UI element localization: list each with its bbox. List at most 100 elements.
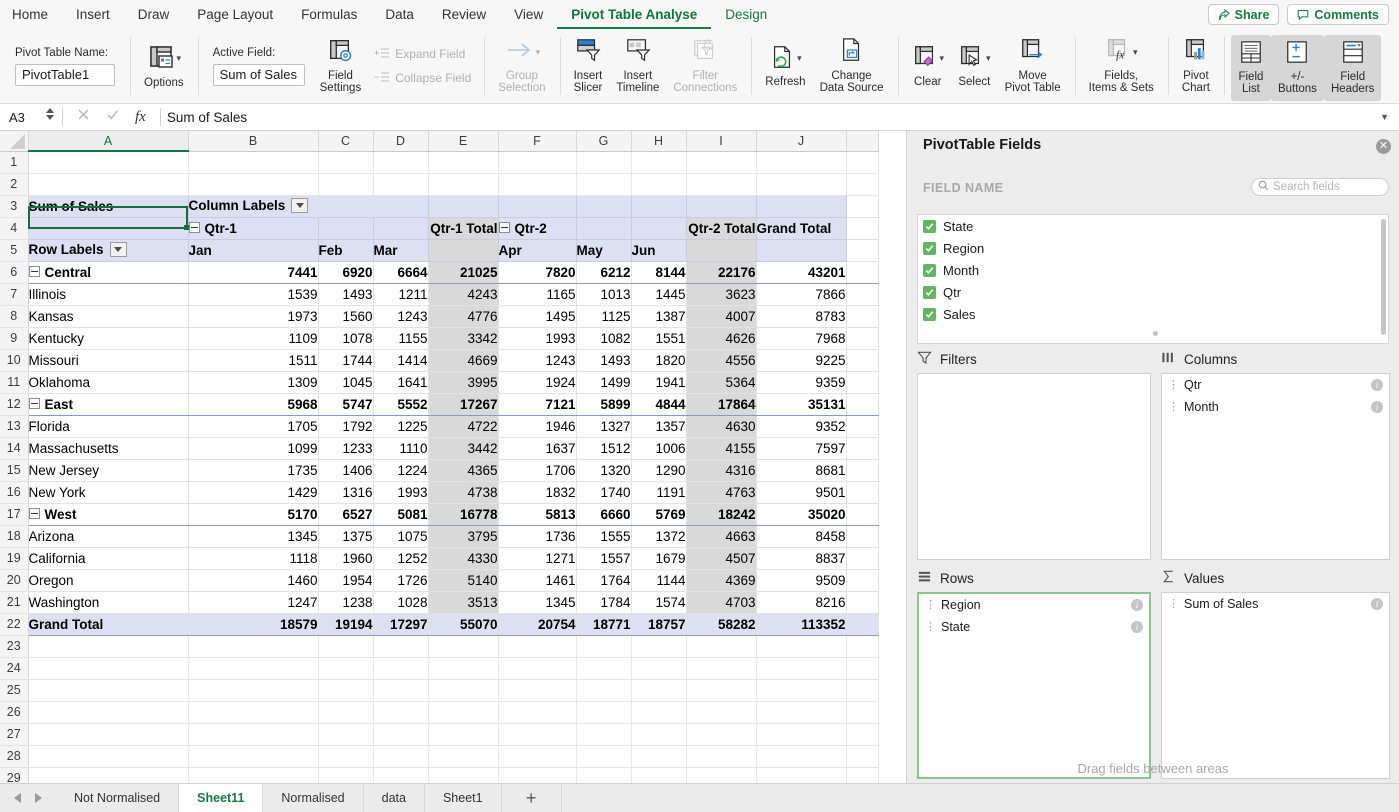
cell-f5-apr[interactable]: Apr <box>498 239 577 262</box>
cell-g29[interactable] <box>576 767 632 783</box>
spreadsheet-grid[interactable]: A B C D E F G H I J 1 2 3 Sum of Sales C… <box>0 131 906 783</box>
cell-b27[interactable] <box>188 723 319 746</box>
drag-handle-icon[interactable]: ⋮ <box>1168 598 1179 610</box>
cell-a23[interactable] <box>28 635 189 658</box>
next-sheet-icon[interactable] <box>35 793 42 803</box>
cell-d13[interactable]: 1225 <box>373 415 429 438</box>
cell-d22[interactable]: 17297 <box>373 612 429 636</box>
field-settings-button[interactable]: Field Settings <box>313 29 369 103</box>
cell-state-oregon[interactable]: Oregon <box>28 569 189 592</box>
cell-g7[interactable]: 1013 <box>576 283 632 306</box>
row-header-22[interactable]: 22 <box>0 613 29 636</box>
cell-f25[interactable] <box>498 679 577 702</box>
cell-e7-qtr1-total[interactable]: 4243 <box>428 283 499 306</box>
cell-d19[interactable]: 1252 <box>373 547 429 570</box>
cell-g9[interactable]: 1082 <box>576 327 632 350</box>
cell-b21[interactable]: 1247 <box>188 591 319 614</box>
cell-i7-qtr2-total[interactable]: 3623 <box>686 283 757 306</box>
cell-e24[interactable] <box>428 657 499 680</box>
cell-i29[interactable] <box>686 767 757 783</box>
cell-a2[interactable] <box>28 173 189 196</box>
cell-h23[interactable] <box>631 635 687 658</box>
cell-f8[interactable]: 1495 <box>498 305 577 328</box>
field-list-item-state[interactable]: State <box>918 215 1388 237</box>
row-header-25[interactable]: 25 <box>0 679 29 702</box>
checkbox-sales[interactable] <box>923 307 936 321</box>
cell-h10[interactable]: 1820 <box>631 349 687 372</box>
cell-c27[interactable] <box>318 723 374 746</box>
cell-f14[interactable]: 1637 <box>498 437 577 460</box>
info-icon[interactable]: i <box>1371 379 1383 391</box>
cell-b3-column-labels[interactable]: Column Labels <box>188 195 429 218</box>
row-header-23[interactable]: 23 <box>0 635 29 658</box>
cell-c16[interactable]: 1316 <box>318 481 374 504</box>
cell-f7[interactable]: 1165 <box>498 283 577 306</box>
cell-state-kentucky[interactable]: Kentucky <box>28 327 189 350</box>
ribbon-tab-home[interactable]: Home <box>0 1 62 29</box>
cell-a22-grand-total-label[interactable]: Grand Total <box>28 612 189 636</box>
cell-d1[interactable] <box>373 151 429 174</box>
cell-f16[interactable]: 1832 <box>498 481 577 504</box>
cell-c18[interactable]: 1375 <box>318 525 374 548</box>
cell-a4[interactable] <box>28 217 189 240</box>
cell-d23[interactable] <box>373 635 429 658</box>
cell-g6[interactable]: 6212 <box>576 260 632 284</box>
drag-handle-icon[interactable]: ⋮ <box>925 621 936 633</box>
cell-k28[interactable] <box>846 745 879 768</box>
cell-i5[interactable] <box>686 239 757 262</box>
cell-c17[interactable]: 6527 <box>318 502 374 526</box>
cell-f21[interactable]: 1345 <box>498 591 577 614</box>
cell-e5[interactable] <box>428 239 499 262</box>
collapse-east-icon[interactable] <box>28 398 40 410</box>
cell-state-missouri[interactable]: Missouri <box>28 349 189 372</box>
cell-b16[interactable]: 1429 <box>188 481 319 504</box>
cell-c20[interactable]: 1954 <box>318 569 374 592</box>
row-header-20[interactable]: 20 <box>0 569 29 592</box>
cell-f9[interactable]: 1993 <box>498 327 577 350</box>
cell-e20-qtr1-total[interactable]: 5140 <box>428 569 499 592</box>
cell-g15[interactable]: 1320 <box>576 459 632 482</box>
insert-timeline-button[interactable]: Insert Timeline <box>609 29 666 103</box>
cell-k15[interactable] <box>846 459 879 482</box>
cell-i6-qtr2-total[interactable]: 22176 <box>686 260 757 284</box>
checkbox-month[interactable] <box>923 263 936 277</box>
cell-c28[interactable] <box>318 745 374 768</box>
cell-c26[interactable] <box>318 701 374 724</box>
cell-d18[interactable]: 1075 <box>373 525 429 548</box>
cell-c9[interactable]: 1078 <box>318 327 374 350</box>
pivot-table-name-input[interactable]: PivotTable1 <box>15 63 115 86</box>
cell-g28[interactable] <box>576 745 632 768</box>
cell-j9-grand-total[interactable]: 7968 <box>756 327 847 350</box>
cell-b2[interactable] <box>188 173 319 196</box>
cell-e25[interactable] <box>428 679 499 702</box>
cell-c23[interactable] <box>318 635 374 658</box>
cell-d9[interactable]: 1155 <box>373 327 429 350</box>
column-header-a[interactable]: A <box>28 131 189 152</box>
row-header-14[interactable]: 14 <box>0 437 29 460</box>
cell-d20[interactable]: 1726 <box>373 569 429 592</box>
cell-d11[interactable]: 1641 <box>373 371 429 394</box>
cell-f28[interactable] <box>498 745 577 768</box>
cell-i12-qtr2-total[interactable]: 17864 <box>686 392 757 416</box>
cell-k16[interactable] <box>846 481 879 504</box>
cell-i27[interactable] <box>686 723 757 746</box>
cell-region-east[interactable]: East <box>28 392 189 416</box>
cell-state-kansas[interactable]: Kansas <box>28 305 189 328</box>
cell-j6-grand-total[interactable]: 43201 <box>756 260 847 284</box>
zone-rows-dropbox[interactable]: ⋮ Region i ⋮ State i <box>917 592 1151 779</box>
cell-k29[interactable] <box>846 767 879 783</box>
cell-h4[interactable] <box>631 217 687 240</box>
row-header-16[interactable]: 16 <box>0 481 29 504</box>
cell-h29[interactable] <box>631 767 687 783</box>
cell-b11[interactable]: 1309 <box>188 371 319 394</box>
column-header-f[interactable]: F <box>498 131 577 152</box>
search-fields-input[interactable]: Search fields <box>1251 178 1389 196</box>
cell-c14[interactable]: 1233 <box>318 437 374 460</box>
column-header-d[interactable]: D <box>373 131 429 152</box>
cell-f11[interactable]: 1924 <box>498 371 577 394</box>
fields-items-sets-button[interactable]: fx ▾ Fields, Items & Sets <box>1082 29 1161 103</box>
cell-j23[interactable] <box>756 635 847 658</box>
cell-a25[interactable] <box>28 679 189 702</box>
cell-i25[interactable] <box>686 679 757 702</box>
cell-j19-grand-total[interactable]: 8837 <box>756 547 847 570</box>
